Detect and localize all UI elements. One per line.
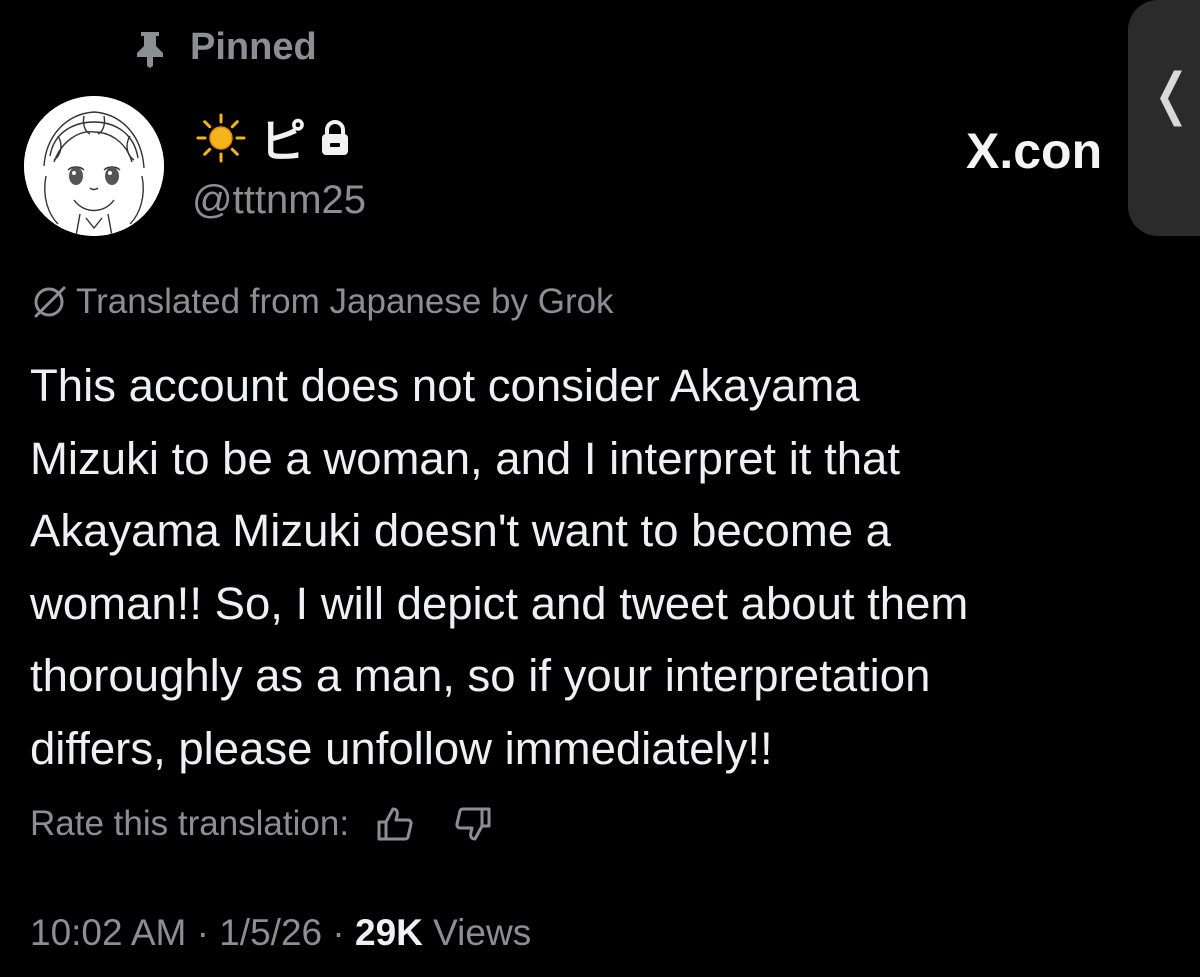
grok-icon — [30, 283, 68, 321]
views-count: 29K — [355, 912, 423, 953]
tweet-text: This account does not consider Akayama M… — [30, 360, 969, 774]
chevron-left-icon: ❬ — [1148, 62, 1195, 127]
pinned-label: Pinned — [190, 26, 317, 68]
tweet-date[interactable]: 1/5/26 — [219, 912, 322, 953]
meta-separator: · — [322, 912, 355, 953]
source-label: X.con — [966, 123, 1103, 179]
thumbs-up-icon[interactable] — [375, 804, 415, 844]
rate-label: Rate this translation: — [30, 804, 350, 843]
meta-separator: · — [186, 912, 220, 953]
pinned-indicator: Pinned — [132, 26, 317, 69]
tweet-meta: 10:02 AM · 1/5/26 · 29K Views — [30, 912, 531, 954]
thumbs-down-icon[interactable] — [453, 804, 493, 844]
author-name-row[interactable]: ピ — [196, 110, 352, 168]
sun-icon — [196, 113, 246, 163]
avatar[interactable] — [24, 96, 164, 236]
rate-translation-row: Rate this translation: — [30, 804, 493, 844]
author-handle[interactable]: @tttnm25 — [192, 178, 366, 223]
pin-icon — [132, 28, 168, 68]
translation-notice: Translated from Japanese by Grok — [30, 282, 614, 322]
views-label: Views — [433, 912, 532, 953]
translation-label: Translated from Japanese by Grok — [76, 282, 614, 321]
tweet-time[interactable]: 10:02 AM — [30, 912, 186, 953]
lock-icon — [318, 119, 352, 157]
side-panel-handle[interactable]: ❬ — [1128, 0, 1200, 236]
author-display-name[interactable]: ピ — [260, 105, 306, 171]
